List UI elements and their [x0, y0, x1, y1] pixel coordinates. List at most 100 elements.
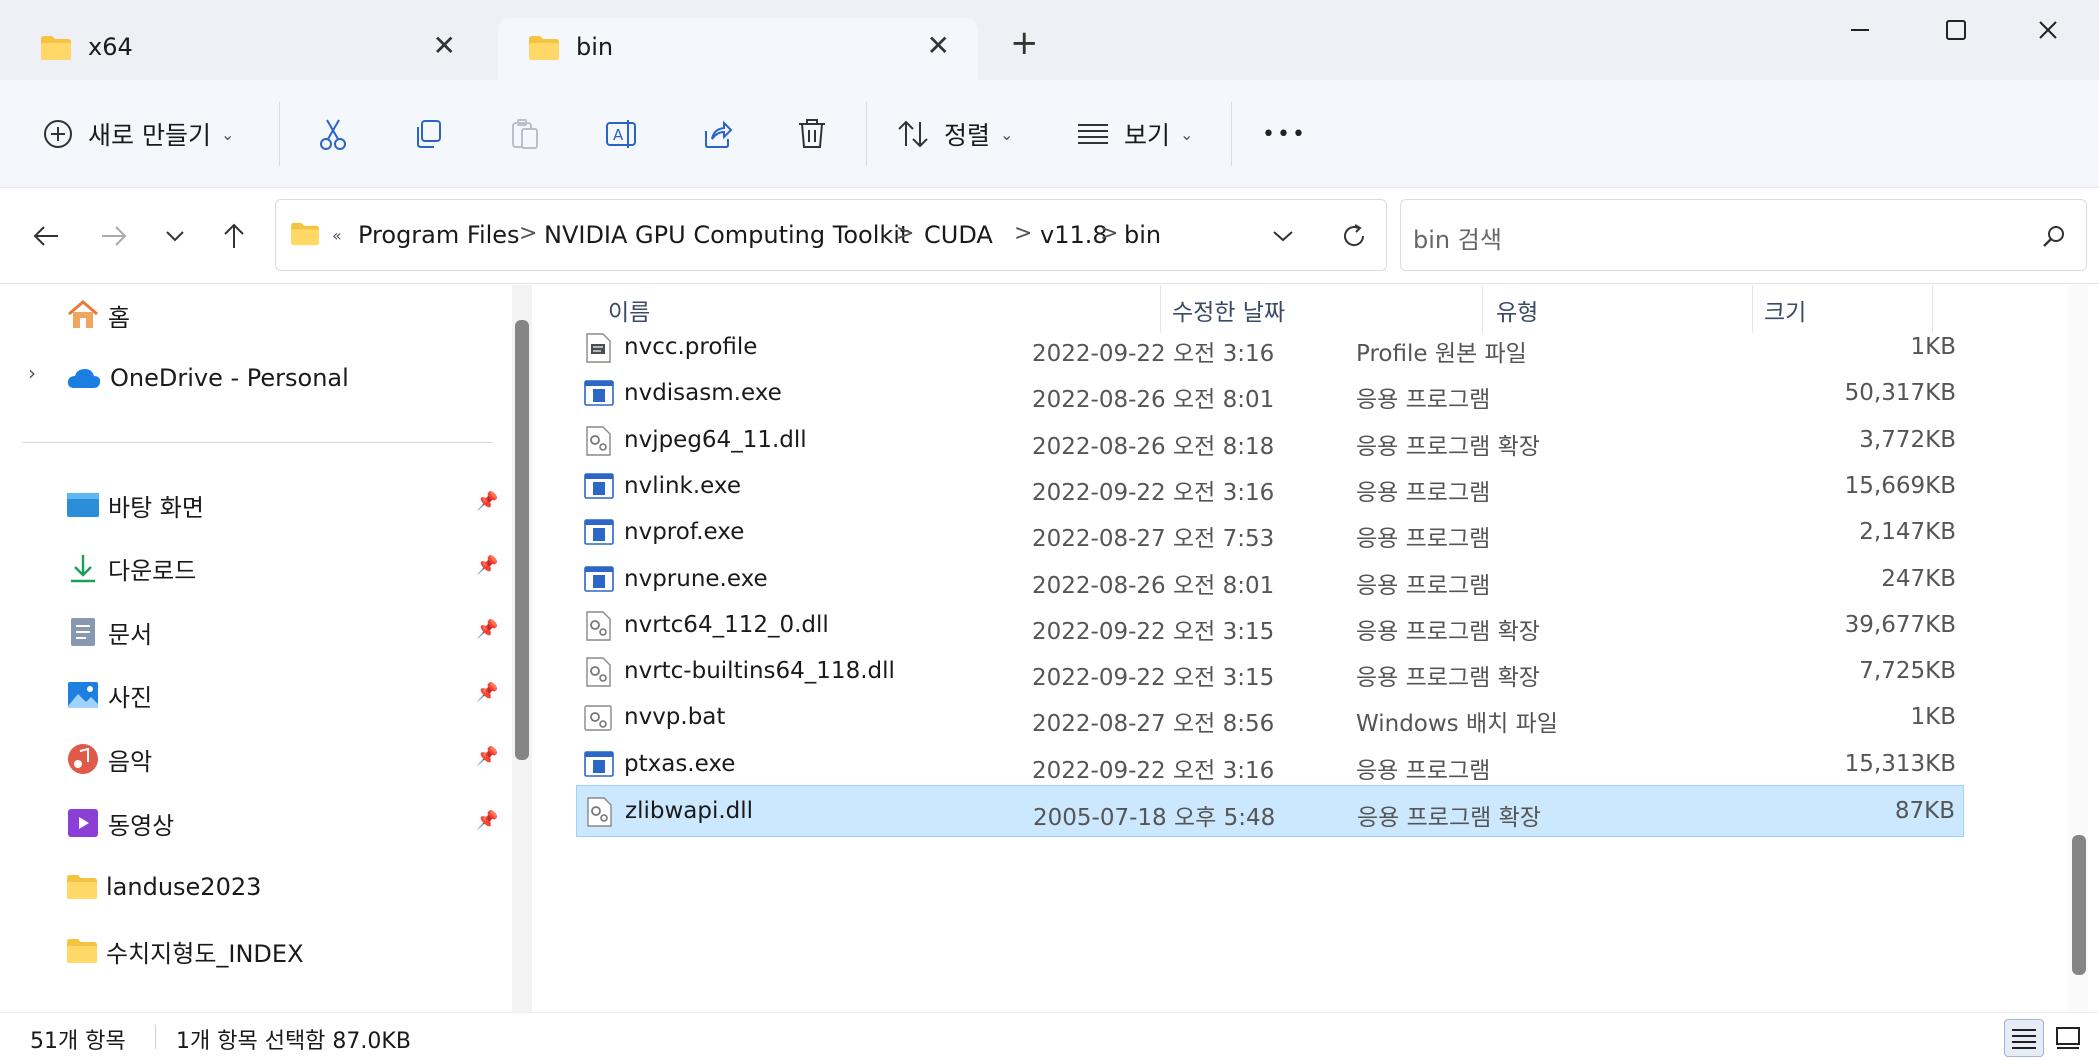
delete-icon: [799, 119, 825, 148]
back-button[interactable]: [26, 216, 66, 256]
close-tab-icon[interactable]: ✕: [927, 32, 950, 60]
rename-button[interactable]: A: [604, 107, 640, 161]
tab-x64[interactable]: x64 ✕: [10, 18, 484, 80]
file-row[interactable]: nvprof.exe 2022-08-27 오전 7:53 응용 프로그램 2,147…: [576, 507, 1964, 559]
new-tab-button[interactable]: +: [1010, 26, 1039, 60]
sidebar-item-onedrive[interactable]: OneDrive - Personal: [66, 354, 349, 402]
pin-icon[interactable]: 📌: [476, 682, 498, 703]
navigation-bar: « Program Files > NVIDIA GPU Computing T…: [0, 188, 2099, 284]
search-box[interactable]: bin 검색: [1400, 199, 2087, 271]
tab-label: bin: [576, 33, 614, 61]
dll-file-icon: [584, 425, 612, 456]
file-type: 응용 프로그램 확장: [1356, 618, 1540, 645]
command-bar: 새로 만들기 ⌄ A 정렬 ⌄ 보기 ⌄ •••: [0, 80, 2099, 188]
batch-file-icon: [584, 703, 612, 733]
sidebar-item-home[interactable]: 홈: [66, 291, 130, 339]
maximize-button[interactable]: [1926, 10, 1986, 50]
file-size: 87KB: [1894, 798, 1955, 824]
breadcrumb-separator[interactable]: >: [1014, 221, 1032, 246]
paste-button[interactable]: [508, 107, 542, 161]
minimize-button[interactable]: [1830, 10, 1890, 50]
breadcrumb-program-files[interactable]: Program Files: [358, 221, 520, 249]
file-date: 2022-08-26 오전 8:18: [1032, 433, 1275, 460]
recent-locations-button[interactable]: [155, 216, 195, 256]
sidebar-item-landuse2023[interactable]: landuse2023: [66, 863, 261, 911]
file-row[interactable]: nvcc.profile 2022-09-22 오전 3:16 Profile 원본…: [576, 322, 1964, 374]
forward-button[interactable]: [94, 216, 134, 256]
sidebar-item-music[interactable]: 음악: [66, 735, 152, 783]
file-row[interactable]: nvrtc-builtins64_118.dll 2022-09-22 오전 3:…: [576, 646, 1964, 698]
file-date: 2022-08-26 오전 8:01: [1032, 387, 1275, 414]
search-input[interactable]: bin 검색: [1413, 220, 1502, 255]
breadcrumb-bin[interactable]: bin: [1124, 221, 1161, 249]
scroll-thumb[interactable]: [515, 320, 529, 760]
chevron-down-icon[interactable]: [1272, 229, 1294, 243]
sidebar-item-downloads[interactable]: 다운로드: [66, 544, 196, 592]
share-button[interactable]: [700, 107, 734, 161]
sidebar-item-documents[interactable]: 문서: [66, 608, 152, 656]
details-view-button[interactable]: [2004, 1019, 2044, 1057]
expand-chevron-icon[interactable]: ›: [28, 361, 36, 385]
sort-button[interactable]: 정렬 ⌄: [896, 107, 1013, 161]
file-size: 3,772KB: [1859, 426, 1956, 453]
pin-icon[interactable]: 📌: [476, 619, 498, 640]
file-type: 응용 프로그램: [1356, 757, 1491, 784]
scroll-thumb[interactable]: [2072, 835, 2086, 975]
chevron-down-icon: ⌄: [220, 124, 235, 144]
file-row[interactable]: nvrtc64_112_0.dll 2022-09-22 오전 3:15 응용 프로…: [576, 600, 1964, 652]
view-button[interactable]: 보기 ⌄: [1076, 107, 1193, 161]
file-row[interactable]: nvdisasm.exe 2022-08-26 오전 8:01 응용 프로그램 50,…: [576, 368, 1964, 420]
arrow-left-icon: [33, 226, 58, 246]
file-name: nvrtc64_112_0.dll: [624, 611, 829, 638]
overflow-chevron-icon[interactable]: «: [332, 226, 342, 245]
address-bar[interactable]: « Program Files > NVIDIA GPU Computing T…: [275, 199, 1387, 271]
file-list-scrollbar[interactable]: [2068, 285, 2088, 1012]
sidebar-item-desktop[interactable]: 바탕 화면: [66, 481, 204, 529]
file-size: 2,147KB: [1859, 519, 1956, 546]
delete-button[interactable]: [796, 107, 828, 161]
file-row[interactable]: nvjpeg64_11.dll 2022-08-26 오전 8:18 응용 프로그램…: [576, 415, 1964, 467]
breadcrumb-separator[interactable]: >: [1100, 221, 1118, 246]
sidebar-item-videos[interactable]: 동영상: [66, 799, 174, 847]
paste-icon: [512, 119, 538, 149]
file-row[interactable]: nvlink.exe 2022-09-22 오전 3:16 응용 프로그램 15,66…: [576, 461, 1964, 513]
sidebar-item-label: 사진: [108, 683, 153, 712]
more-options-button[interactable]: •••: [1262, 107, 1307, 161]
breadcrumb-separator[interactable]: >: [896, 221, 914, 246]
tab-label: x64: [88, 33, 133, 61]
file-size: 15,669KB: [1844, 472, 1956, 499]
sidebar-scrollbar[interactable]: [512, 285, 532, 1012]
file-row[interactable]: ptxas.exe 2022-09-22 오전 3:16 응용 프로그램 15,313…: [576, 739, 1964, 791]
pin-icon[interactable]: 📌: [476, 491, 498, 512]
up-button[interactable]: [214, 216, 254, 256]
refresh-icon[interactable]: [1340, 222, 1368, 250]
file-name: nvlink.exe: [624, 472, 741, 499]
file-row[interactable]: nvvp.bat 2022-08-27 오전 8:56 Windows 배치 파일 1…: [576, 692, 1964, 744]
pin-icon[interactable]: 📌: [476, 746, 498, 767]
copy-button[interactable]: [412, 107, 446, 161]
application-icon: [584, 565, 614, 595]
breadcrumb-separator[interactable]: >: [519, 221, 537, 246]
close-window-button[interactable]: [2018, 10, 2078, 50]
search-icon[interactable]: [2041, 224, 2067, 250]
breadcrumb-cuda[interactable]: CUDA: [924, 221, 993, 249]
file-date: 2022-08-26 오전 8:01: [1032, 572, 1275, 599]
sidebar-item-index[interactable]: 수치지형도_INDEX: [66, 927, 304, 975]
file-name: zlibwapi.dll: [625, 798, 754, 824]
pin-icon[interactable]: 📌: [476, 555, 498, 576]
close-tab-icon[interactable]: ✕: [433, 32, 456, 60]
sidebar-item-pictures[interactable]: 사진: [66, 671, 152, 719]
file-size: 50,317KB: [1844, 380, 1956, 407]
new-button[interactable]: 새로 만들기 ⌄: [42, 107, 234, 161]
tab-bin[interactable]: bin ✕: [498, 18, 978, 80]
breadcrumb-v11-8[interactable]: v11.8: [1040, 221, 1108, 249]
tiles-view-button[interactable]: [2048, 1019, 2088, 1057]
pin-icon[interactable]: 📌: [476, 810, 498, 831]
cut-button[interactable]: [316, 107, 350, 161]
breadcrumb-nvidia-toolkit[interactable]: NVIDIA GPU Computing Toolkit: [544, 221, 909, 249]
arrow-up-icon: [224, 223, 244, 248]
divider: [155, 1025, 156, 1049]
file-row[interactable]: zlibwapi.dll 2005-07-18 오후 5:48 응용 프로그램 확장…: [576, 785, 1964, 837]
file-row[interactable]: nvprune.exe 2022-08-26 오전 8:01 응용 프로그램 247K…: [576, 554, 1964, 606]
sort-icon: [898, 120, 928, 148]
